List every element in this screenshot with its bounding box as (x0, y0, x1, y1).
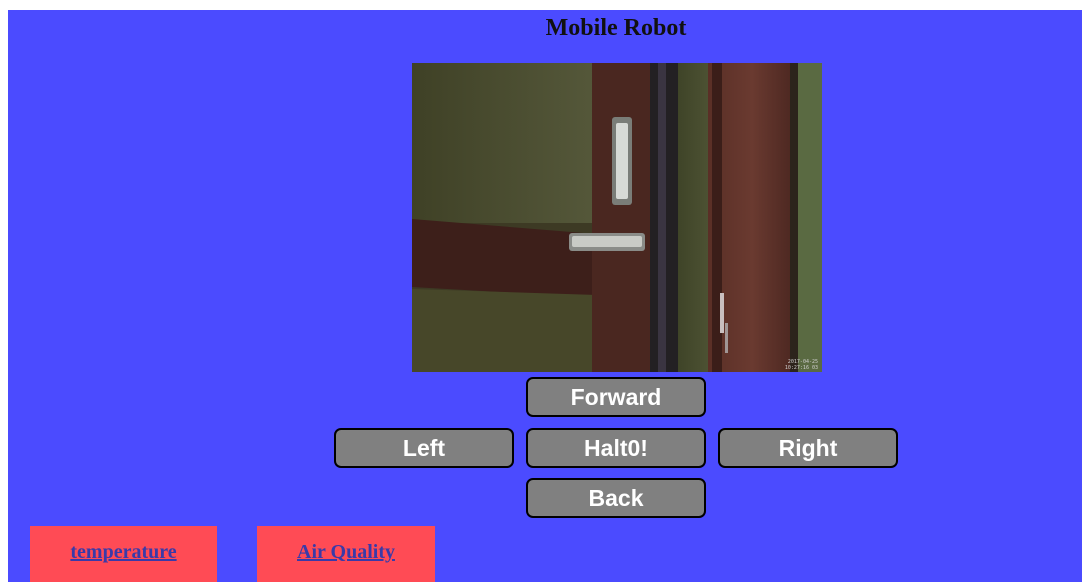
halt-button[interactable]: Halt0! (526, 428, 706, 468)
temperature-tile: temperature (30, 526, 217, 582)
temperature-link[interactable]: temperature (70, 541, 176, 563)
back-button[interactable]: Back (526, 478, 706, 518)
page-title: Mobile Robot (545, 15, 687, 41)
air-quality-tile: Air Quality (257, 526, 435, 582)
camera-image (412, 63, 822, 372)
air-quality-link[interactable]: Air Quality (297, 541, 395, 563)
right-button[interactable]: Right (718, 428, 898, 468)
camera-timestamp: 2017-04-25 10:27:16 03 (785, 359, 818, 371)
left-button[interactable]: Left (334, 428, 514, 468)
page-container: Mobile Robot 2017-04-25 10:27:16 03 Forw… (8, 10, 1082, 582)
forward-button[interactable]: Forward (526, 377, 706, 417)
camera-feed: 2017-04-25 10:27:16 03 (412, 63, 822, 372)
camera-stamp-time: 10:27:16 03 (784, 365, 818, 371)
